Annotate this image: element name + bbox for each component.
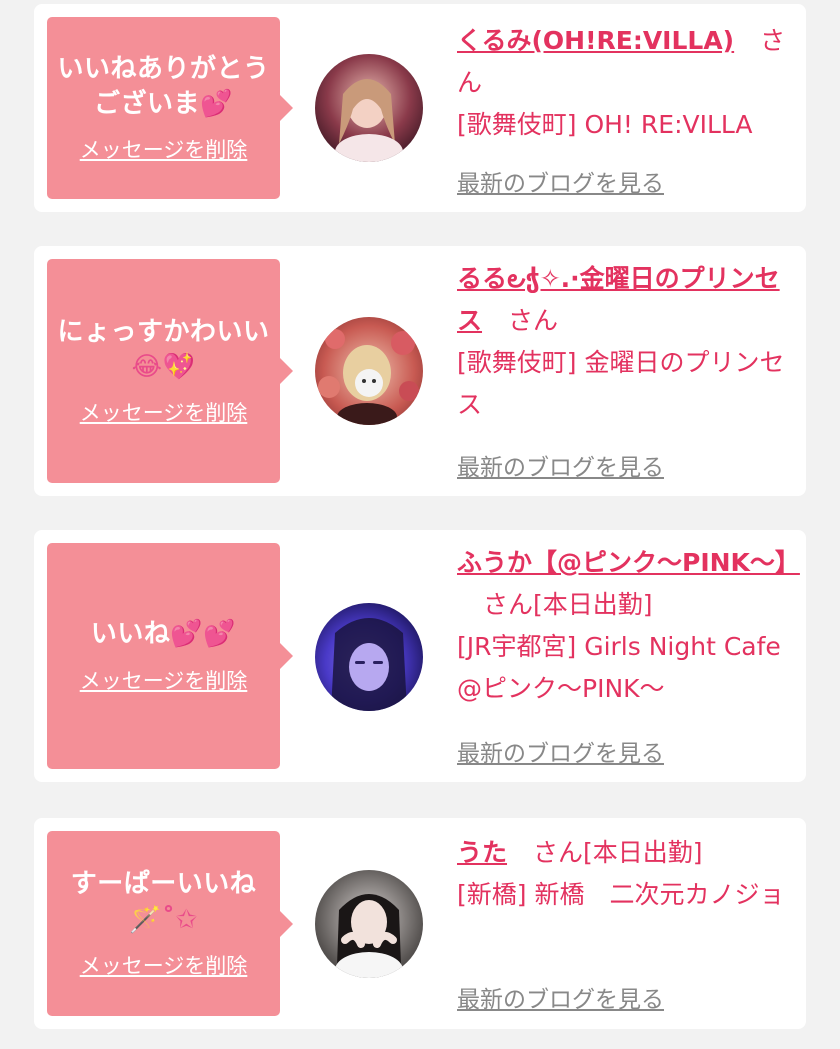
delete-message-link[interactable]: メッセージを削除 xyxy=(80,134,248,164)
message-text: いいね💕💕 xyxy=(90,619,237,650)
cast-info: くるみ(OH!RE:VILLA) さん [歌舞伎町] OH! RE:VILLA xyxy=(457,20,797,146)
cast-info: るる౿ჭ✧.·金曜日のプリンセス さん [歌舞伎町] 金曜日のプリンセス xyxy=(457,258,797,426)
message-card: にょっすかわいい 😂💖 メッセージを削除 るる౿ჭ✧.·金曜日のプリンセス さん… xyxy=(34,246,806,496)
latest-blog-link[interactable]: 最新のブログを見る xyxy=(457,448,664,482)
cast-info: うた さん[本日出勤] [新橋] 新橋 二次元カノジョ xyxy=(457,832,797,916)
message-bubble: いいね💕💕 メッセージを削除 xyxy=(47,543,293,769)
message-bubble: いいねありがとうございま💕 メッセージを削除 xyxy=(47,17,293,199)
delete-message-link[interactable]: メッセージを削除 xyxy=(80,665,248,695)
message-text: すーぱーいいね🪄˚✩ xyxy=(70,869,257,935)
message-text: いいねありがとうございま💕 xyxy=(57,53,270,119)
delete-message-link[interactable]: メッセージを削除 xyxy=(80,397,248,427)
latest-blog-link[interactable]: 最新のブログを見る xyxy=(457,980,664,1014)
status-badge: [本日出勤] xyxy=(583,838,703,867)
emoji: 💕💕 xyxy=(170,619,237,650)
avatar[interactable] xyxy=(315,317,423,425)
latest-blog-link[interactable]: 最新のブログを見る xyxy=(457,164,664,198)
message-card: いいね💕💕 メッセージを削除 ふうか【@ピンク〜PINK〜】さん[本日出勤] [… xyxy=(34,530,806,782)
shop-name: [新橋] 新橋 二次元カノジョ xyxy=(457,880,785,909)
latest-blog-link[interactable]: 最新のブログを見る xyxy=(457,734,664,768)
message-text: にょっすかわいい 😂💖 xyxy=(57,316,270,382)
avatar[interactable] xyxy=(315,603,423,711)
avatar[interactable] xyxy=(315,54,423,162)
honorific: さん xyxy=(483,590,534,619)
cast-name-link[interactable]: るる౿ჭ✧.·金曜日のプリンセス xyxy=(457,264,780,335)
emoji: 🪄˚✩ xyxy=(129,904,198,935)
status-badge: [本日出勤] xyxy=(533,590,653,619)
cast-name-link[interactable]: くるみ(OH!RE:VILLA) xyxy=(457,26,734,55)
message-card: いいねありがとうございま💕 メッセージを削除 くるみ(OH!RE:VILLA) さ… xyxy=(34,4,806,212)
honorific: さん xyxy=(533,838,584,867)
cast-name-link[interactable]: うた xyxy=(457,838,507,867)
honorific: さん xyxy=(508,306,559,335)
shop-name: [JR宇都宮] Girls Night Cafe @ピンク〜PINK〜 xyxy=(457,632,781,703)
cast-info: ふうか【@ピンク〜PINK〜】さん[本日出勤] [JR宇都宮] Girls Ni… xyxy=(457,542,800,710)
cast-name-link[interactable]: ふうか【@ピンク〜PINK〜】 xyxy=(457,548,800,577)
shop-name: [歌舞伎町] OH! RE:VILLA xyxy=(457,110,753,139)
message-bubble: にょっすかわいい 😂💖 メッセージを削除 xyxy=(47,259,293,483)
emoji: 💕 xyxy=(200,89,233,119)
message-card: すーぱーいいね🪄˚✩ メッセージを削除 うた さん[本日出勤] [新橋] 新橋 二… xyxy=(34,818,806,1029)
avatar[interactable] xyxy=(315,870,423,978)
message-bubble: すーぱーいいね🪄˚✩ メッセージを削除 xyxy=(47,831,293,1016)
delete-message-link[interactable]: メッセージを削除 xyxy=(80,950,248,980)
shop-name: [歌舞伎町] 金曜日のプリンセス xyxy=(457,348,785,419)
emoji: 😂💖 xyxy=(131,352,196,382)
